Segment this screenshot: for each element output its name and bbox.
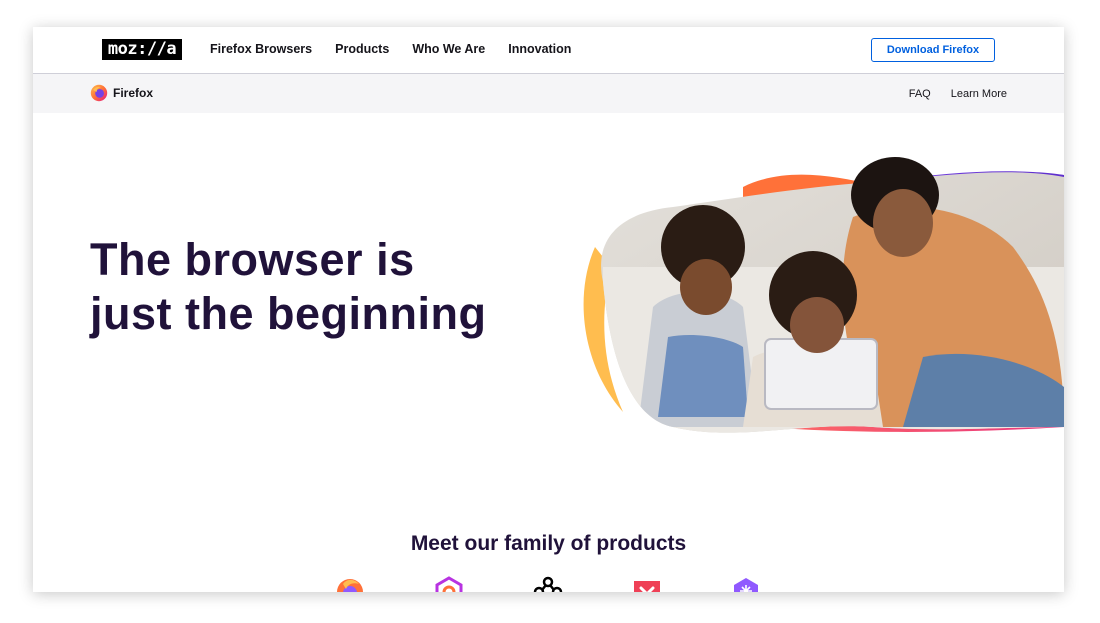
family-of-products-heading: Meet our family of products <box>410 532 687 555</box>
firefox-browser-icon[interactable] <box>335 576 365 592</box>
firefox-subnav: Firefox FAQ Learn More <box>33 74 1064 113</box>
subnav-links: FAQ Learn More <box>889 88 1007 100</box>
firefox-brand-label: Firefox <box>113 86 154 100</box>
nav-firefox-browsers[interactable]: Firefox Browsers <box>210 42 312 56</box>
pocket-icon[interactable] <box>632 576 662 592</box>
main-nav-links: Firefox Browsers Products Who We Are Inn… <box>210 42 594 56</box>
nav-products[interactable]: Products <box>335 42 389 56</box>
firefox-monitor-icon[interactable] <box>434 576 464 592</box>
firefox-brand-link[interactable]: Firefox <box>90 84 153 102</box>
nav-innovation[interactable]: Innovation <box>508 42 571 56</box>
top-navigation: moz://a Firefox Browsers Products Who We… <box>33 27 1064 74</box>
firefox-logo-icon <box>90 84 108 102</box>
mozilla-page: moz://a Firefox Browsers Products Who We… <box>33 27 1064 592</box>
mozilla-vpn-icon[interactable] <box>533 576 563 592</box>
hero-family-image <box>583 157 1064 433</box>
hero-title-line-2: just the beginning <box>90 288 487 339</box>
product-icons-row <box>335 576 765 592</box>
firefox-relay-icon[interactable] <box>731 576 761 592</box>
subnav-faq[interactable]: FAQ <box>909 88 931 100</box>
nav-who-we-are[interactable]: Who We Are <box>412 42 485 56</box>
mozilla-logo[interactable]: moz://a <box>102 39 182 60</box>
download-firefox-button[interactable]: Download Firefox <box>871 38 995 62</box>
subnav-learn-more[interactable]: Learn More <box>951 88 1007 100</box>
hero-title: The browser is just the beginning <box>90 233 530 341</box>
hero-title-line-1: The browser is <box>90 234 415 285</box>
